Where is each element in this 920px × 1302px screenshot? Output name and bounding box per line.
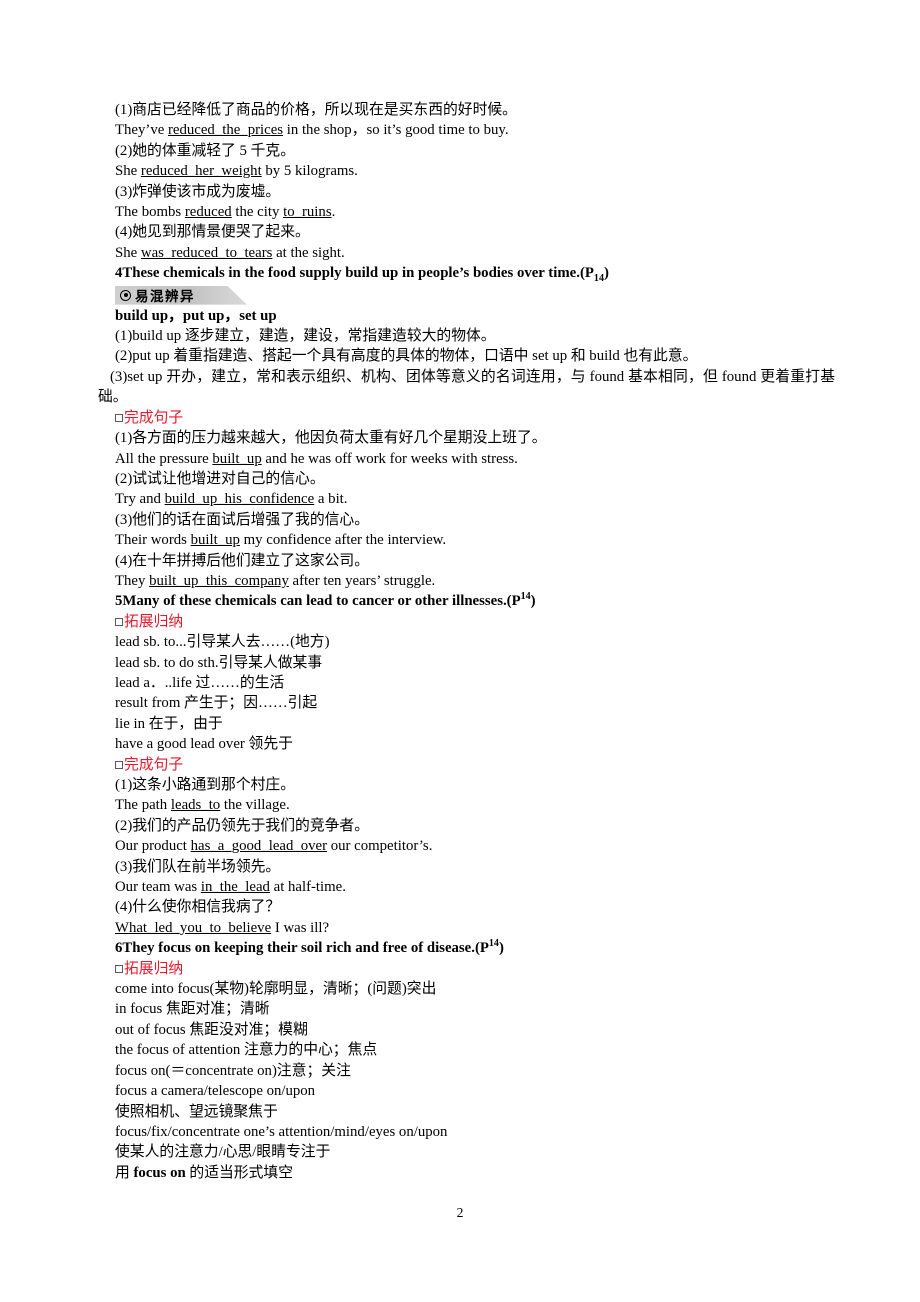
- text-line: come into focus(某物)轮廓明显，清晰；(问题)突出: [115, 981, 437, 998]
- text-line: (3)炸弹使该市成为废墟。: [115, 183, 281, 200]
- answer-blank: built_up: [212, 450, 262, 467]
- section-badge-yihunbianyi: 易混辨异: [115, 285, 247, 305]
- exercise-heading-lead: 完成句子: [115, 755, 835, 775]
- reduce-examples-block: (1)商店已经降低了商品的价格，所以现在是买东西的好时候。 They’ve re…: [115, 100, 835, 263]
- text-line: She reduced_her_weight by 5 kilograms.: [115, 163, 358, 180]
- answer-blank: What_led_you_to_believe: [115, 919, 272, 936]
- answer-blank: built_up_this_company: [149, 572, 289, 589]
- focus-task-instruction: 用 focus on 的适当形式填空: [115, 1163, 835, 1183]
- badge-inner: 易混辨异: [115, 286, 201, 305]
- text-paragraph: (3)set up 开办，建立，常和表示组织、机构、团体等意义的名词连用，与 f…: [98, 368, 835, 406]
- answer-blank: build_up_his_confidence: [164, 491, 315, 508]
- text-line: The path leads_to the village.: [115, 797, 290, 814]
- expand-heading-label: 拓展归纳: [124, 613, 184, 630]
- text-line: 使某人的注意力/心思/眼睛专注于: [115, 1144, 331, 1161]
- text-line: (4)她见到那情景便哭了起来。: [115, 224, 310, 241]
- text-line: lead sb. to do sth.引导某人做某事: [115, 654, 323, 671]
- text-line: (1)各方面的压力越来越大，他因负荷太重有好几个星期没上班了。: [115, 430, 547, 447]
- text-line: focus on(＝concentrate on)注意；关注: [115, 1062, 351, 1079]
- page-ref-close: ): [603, 265, 609, 282]
- expand-heading-label: 拓展归纳: [124, 960, 184, 977]
- square-bullet-icon: [115, 413, 123, 422]
- text-line: Try and build_up_his_confidence a bit.: [115, 491, 348, 508]
- answer-blank: reduced_the_prices: [168, 122, 284, 139]
- square-bullet-icon: [115, 760, 123, 769]
- text-line: (4)什么使你相信我病了？: [115, 899, 281, 916]
- entry-sentence: These chemicals in the food supply build…: [122, 265, 580, 282]
- square-bullet-icon: [115, 964, 123, 973]
- answer-blank: has_a_good_lead_over: [190, 838, 328, 855]
- answer-blank: reduced: [184, 204, 232, 221]
- exercise-heading-build-up: 完成句子: [115, 408, 835, 428]
- text-line: the focus of attention 注意力的中心；焦点: [115, 1042, 378, 1059]
- text-line: (2)我们的产品仍领先于我们的竞争者。: [115, 817, 370, 834]
- text-line: (2)试试让他增进对自己的信心。: [115, 470, 325, 487]
- badge-row: 易混辨异: [115, 284, 835, 306]
- text-line: in focus 焦距对准；清晰: [115, 1001, 270, 1018]
- entry-sentence: They focus on keeping their soil rich an…: [122, 940, 475, 957]
- text-line: lie in 在于，由于: [115, 715, 223, 732]
- text-line: Our product has_a_good_lead_over our com…: [115, 838, 433, 855]
- page-number: 2: [456, 1205, 464, 1220]
- text-line: All the pressure built_up and he was off…: [115, 450, 518, 467]
- text-line: focus a camera/telescope on/upon: [115, 1083, 316, 1100]
- page-ref-open: (P: [506, 593, 521, 610]
- text-line: (2)她的体重减轻了 5 千克。: [115, 142, 296, 159]
- document-page: (1)商店已经降低了商品的价格，所以现在是买东西的好时候。 They’ve re…: [0, 0, 920, 1302]
- text-line: out of focus 焦距没对准；模糊: [115, 1021, 308, 1038]
- text-line: lead sb. to...引导某人去……(地方): [115, 634, 330, 651]
- entry-heading-6: 6They focus on keeping their soil rich a…: [115, 938, 835, 958]
- expand-heading-lead: 拓展归纳: [115, 612, 835, 632]
- text-line: (2)put up 着重指建造、搭起一个具有高度的具体的物体，口语中 set u…: [115, 348, 698, 365]
- text-line: They’ve reduced_the_prices in the shop，s…: [115, 122, 509, 139]
- text-line: lead a．..life 过……的生活: [115, 674, 285, 691]
- badge-label: 易混辨异: [135, 289, 195, 306]
- text-line: What_led_you_to_believe I was ill?: [115, 919, 330, 936]
- answer-blank: leads_to: [170, 797, 221, 814]
- text-line: The bombs reduced the city to_ruins.: [115, 204, 336, 221]
- text-line: focus/fix/concentrate one’s attention/mi…: [115, 1123, 448, 1140]
- text-line: Our team was in_the_lead at half-time.: [115, 879, 346, 896]
- page-ref-close: ): [498, 940, 504, 957]
- entry-heading-4: 4These chemicals in the food supply buil…: [115, 263, 835, 283]
- answer-blank: in_the_lead: [200, 879, 270, 896]
- task-suffix: 的适当形式填空: [185, 1164, 293, 1181]
- page-ref-number: 14: [593, 273, 604, 285]
- text-line: (3)他们的话在面试后增强了我的信心。: [115, 511, 370, 528]
- page-ref-open: (P: [474, 940, 489, 957]
- page-ref-number: 14: [520, 591, 531, 603]
- answer-blank: built_up: [190, 532, 240, 549]
- text-line: She was_reduced_to_tears at the sight.: [115, 244, 345, 261]
- page-ref-number: 14: [488, 938, 499, 950]
- text-line: (1)build up 逐步建立，建造，建设，常指建造较大的物体。: [115, 328, 496, 345]
- answer-blank: to_ruins: [283, 204, 332, 221]
- text-line: have a good lead over 领先于: [115, 736, 293, 753]
- text-line: Their words built_up my confidence after…: [115, 532, 447, 549]
- expand-heading-focus: 拓展归纳: [115, 959, 835, 979]
- text-line: They built_up_this_company after ten yea…: [115, 572, 436, 589]
- task-keyword: focus on: [133, 1164, 186, 1181]
- answer-blank: reduced_her_weight: [140, 163, 262, 180]
- square-bullet-icon: [115, 617, 123, 626]
- exercise-heading-label: 完成句子: [124, 756, 184, 773]
- page-content: (1)商店已经降低了商品的价格，所以现在是买东西的好时候。 They’ve re…: [98, 100, 835, 1183]
- text-line: result from 产生于；因……引起: [115, 695, 318, 712]
- page-ref-close: ): [530, 593, 536, 610]
- exercise-heading-label: 完成句子: [124, 409, 184, 426]
- entry-heading-5: 5Many of these chemicals can lead to can…: [115, 591, 835, 611]
- text-line: 使照相机、望远镜聚焦于: [115, 1103, 278, 1120]
- text-line: (3)我们队在前半场领先。: [115, 858, 281, 875]
- entry-sentence: Many of these chemicals can lead to canc…: [122, 593, 507, 610]
- page-ref-open: (P: [579, 265, 594, 282]
- text-line: (4)在十年拼搏后他们建立了这家公司。: [115, 552, 370, 569]
- task-prefix: 用: [115, 1164, 134, 1181]
- answer-blank: was_reduced_to_tears: [140, 244, 273, 261]
- text-line: (1)这条小路通到那个村庄。: [115, 777, 296, 793]
- text-line: (1)商店已经降低了商品的价格，所以现在是买东西的好时候。: [115, 102, 517, 118]
- bullseye-icon: [120, 289, 131, 301]
- phrase-group-title: build up，put up，set up: [115, 307, 277, 324]
